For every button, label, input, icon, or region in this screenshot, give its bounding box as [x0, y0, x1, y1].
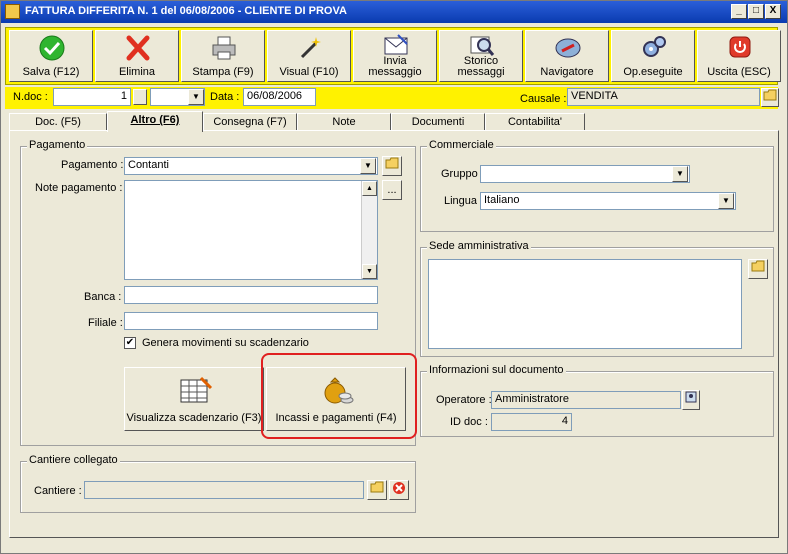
- causale-label: Causale :: [520, 93, 567, 105]
- date-field[interactable]: 06/08/2006: [243, 88, 316, 106]
- power-icon: [729, 36, 751, 58]
- spreadsheet-icon: [180, 376, 213, 403]
- cantiere-folder-button[interactable]: [367, 480, 387, 500]
- altro-panel: Pagamento Pagamento : Contanti ▼ Note pa…: [9, 130, 779, 538]
- operatore-field[interactable]: Amministratore: [491, 391, 681, 409]
- ndoc-label: N.doc :: [13, 91, 48, 103]
- app-icon: [5, 4, 20, 19]
- ndoc-suffix-button[interactable]: [133, 89, 147, 105]
- compass-icon: [555, 38, 581, 58]
- tab-consegna[interactable]: Consegna (F7): [203, 113, 297, 131]
- banca-label: Banca :: [84, 291, 122, 303]
- close-button[interactable]: X: [765, 4, 781, 19]
- send-message-button[interactable]: Invia messaggio: [353, 30, 437, 82]
- iddoc-label: ID doc :: [450, 416, 488, 428]
- visualizza-scadenzario-button[interactable]: Visualizza scadenzario (F3): [124, 367, 264, 431]
- series-dropdown-arrow[interactable]: ▼: [188, 89, 204, 105]
- minimize-button[interactable]: _: [731, 4, 747, 19]
- delete-x-icon: [126, 35, 150, 61]
- pagamento-label: Pagamento :: [61, 159, 124, 171]
- exit-button[interactable]: Uscita (ESC): [697, 30, 781, 82]
- banca-field[interactable]: [124, 286, 378, 304]
- note-pagamento-textarea[interactable]: [124, 180, 378, 280]
- main-window: FATTURA DIFFERITA N. 1 del 06/08/2006 - …: [0, 0, 788, 554]
- tab-doc[interactable]: Doc. (F5): [9, 113, 107, 131]
- genera-movimenti-checkbox[interactable]: ✔: [124, 337, 136, 349]
- ndoc-field[interactable]: 1: [53, 88, 131, 106]
- delete-button[interactable]: Elimina: [95, 30, 179, 82]
- tab-contabilita[interactable]: Contabilita': [485, 113, 585, 131]
- print-button[interactable]: Stampa (F9): [181, 30, 265, 82]
- genera-movimenti-label: Genera movimenti su scadenzario: [142, 337, 309, 349]
- lingua-select[interactable]: Italiano: [480, 192, 736, 210]
- operatore-lookup-button[interactable]: [682, 390, 700, 410]
- printer-icon: [212, 36, 236, 60]
- note-scrollbar[interactable]: ▲ ▼: [361, 181, 377, 279]
- gruppo-select[interactable]: [480, 165, 690, 183]
- pagamento-select[interactable]: Contanti: [124, 157, 378, 175]
- sede-amministrativa-field[interactable]: [428, 259, 742, 349]
- gruppo-label: Gruppo: [441, 168, 478, 180]
- cantiere-field[interactable]: [84, 481, 364, 499]
- folder-icon: [370, 481, 384, 493]
- cantiere-label: Cantiere :: [34, 485, 82, 497]
- note-pagamento-label: Note pagamento :: [35, 182, 123, 194]
- operatore-label: Operatore :: [436, 394, 492, 406]
- scroll-down-arrow[interactable]: ▼: [362, 264, 377, 279]
- tab-altro[interactable]: Altro (F6): [107, 111, 203, 132]
- save-button[interactable]: Salva (F12): [9, 30, 93, 82]
- folder-icon: [385, 157, 399, 169]
- user-card-icon: [685, 391, 697, 403]
- lingua-label: Lingua: [444, 195, 478, 207]
- sede-folder-button[interactable]: [748, 259, 768, 279]
- gruppo-dropdown-arrow[interactable]: ▼: [672, 166, 688, 182]
- check-icon: [39, 35, 65, 61]
- commerciale-group: Commerciale: [420, 139, 774, 232]
- data-label: Data :: [210, 91, 240, 103]
- clear-icon: [393, 482, 405, 494]
- tab-note[interactable]: Note: [297, 113, 391, 131]
- tab-bar: Doc. (F5) Altro (F6) Consegna (F7) Note …: [9, 111, 779, 132]
- navigator-button[interactable]: Navigatore: [525, 30, 609, 82]
- document-header: N.doc : 1 ▼ Data : 06/08/2006 Causale : …: [5, 87, 779, 109]
- causale-field[interactable]: VENDITA: [567, 88, 760, 106]
- scroll-up-arrow[interactable]: ▲: [362, 181, 377, 196]
- magic-wand-icon: [300, 37, 321, 59]
- tab-documenti[interactable]: Documenti: [391, 113, 485, 131]
- operations-done-button[interactable]: Op.eseguite: [611, 30, 695, 82]
- highlight-annotation: [261, 353, 417, 439]
- preview-button[interactable]: Visual (F10): [267, 30, 351, 82]
- note-ellipsis-button[interactable]: ...: [382, 180, 402, 200]
- gears-icon: [643, 36, 666, 57]
- toolbar: Salva (F12) Elimina Stampa (F9) Visual (…: [5, 27, 781, 85]
- cantiere-clear-button[interactable]: [389, 480, 409, 500]
- maximize-button[interactable]: □: [748, 4, 764, 19]
- lingua-dropdown-arrow[interactable]: ▼: [718, 193, 734, 209]
- pagamento-dropdown-arrow[interactable]: ▼: [360, 158, 376, 174]
- filiale-field[interactable]: [124, 312, 378, 330]
- message-history-button[interactable]: Storico messaggi: [439, 30, 523, 82]
- window-title: FATTURA DIFFERITA N. 1 del 06/08/2006 - …: [25, 5, 347, 17]
- pagamento-folder-button[interactable]: [382, 156, 402, 176]
- filiale-label: Filiale :: [88, 317, 123, 329]
- folder-icon: [763, 89, 777, 101]
- folder-icon: [751, 260, 765, 272]
- causale-folder-button[interactable]: [761, 88, 779, 107]
- title-bar: FATTURA DIFFERITA N. 1 del 06/08/2006 - …: [1, 1, 787, 23]
- iddoc-field: 4: [491, 413, 572, 431]
